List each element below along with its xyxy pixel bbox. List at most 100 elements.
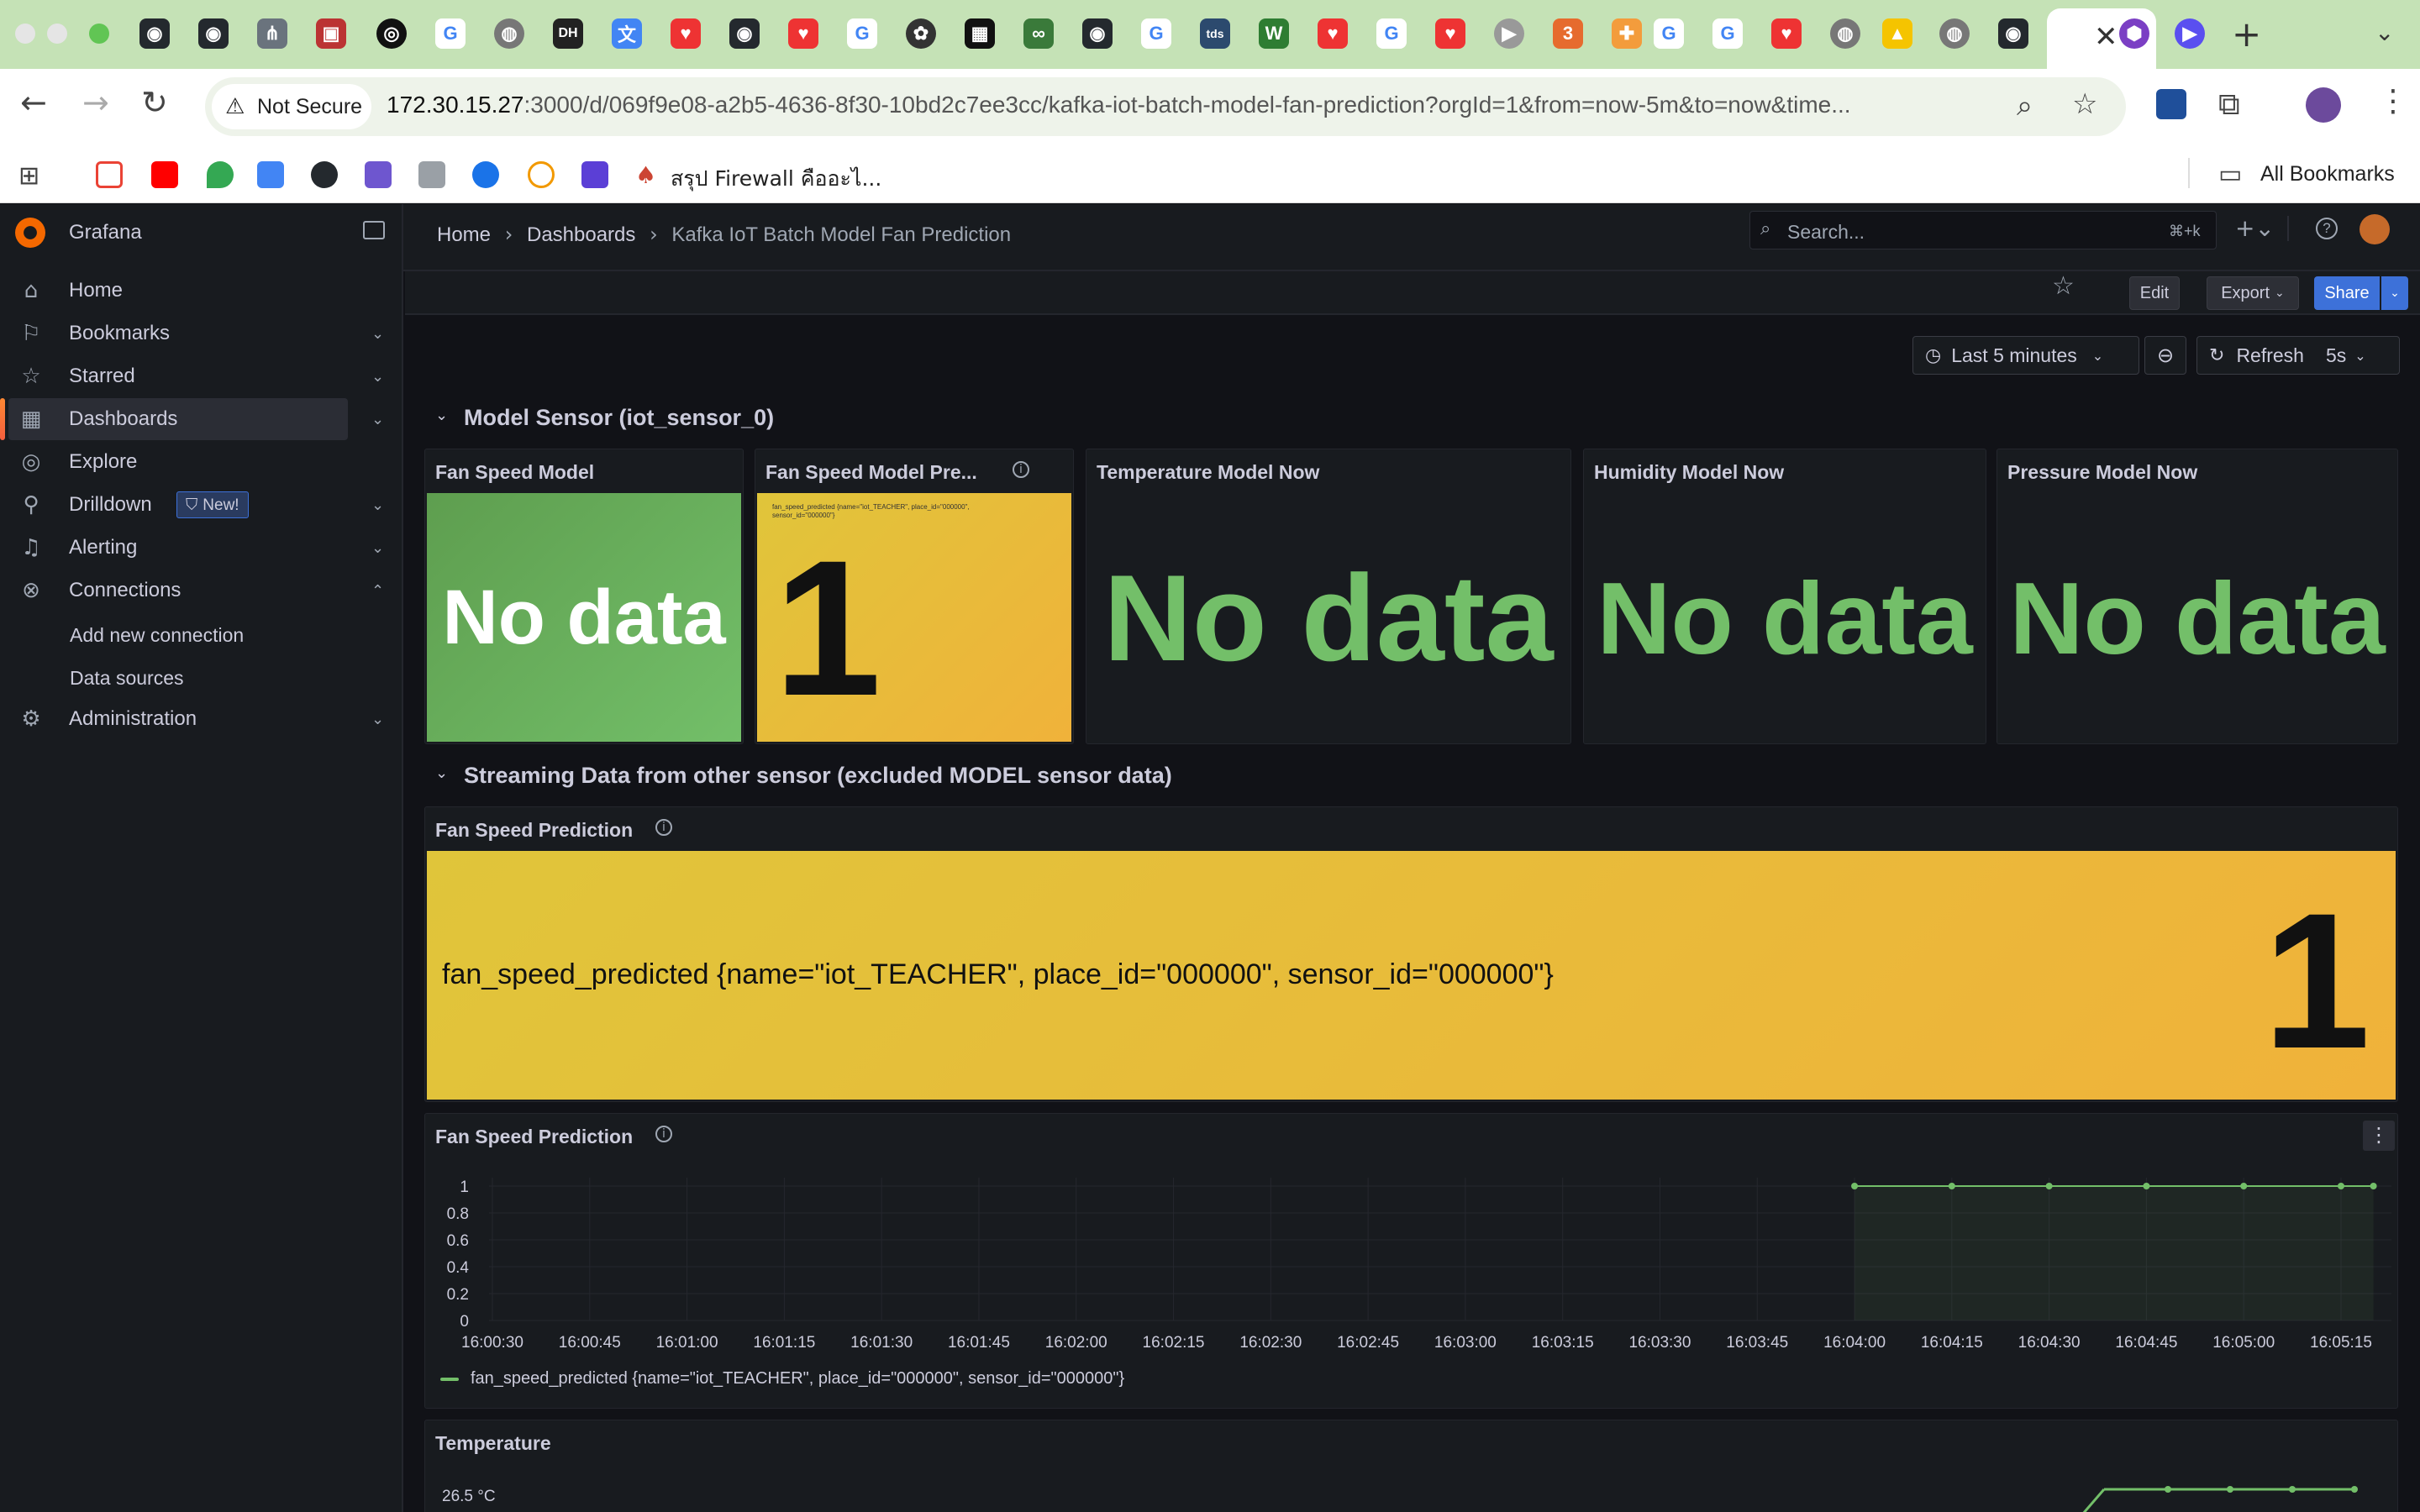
apps-grid-icon[interactable]: ⊞ bbox=[18, 161, 39, 191]
app-bookmark-icon[interactable] bbox=[418, 161, 445, 188]
cloud-bookmark-icon[interactable] bbox=[472, 161, 499, 188]
tab-google-icon[interactable]: G bbox=[435, 18, 466, 49]
chevron-down-icon[interactable]: ⌄ bbox=[371, 711, 384, 728]
sidebar-item-home[interactable]: ⌂ Home bbox=[8, 270, 348, 312]
tab-app-icon[interactable]: ⬢ bbox=[2119, 18, 2149, 49]
tab-drive-icon[interactable]: ▲ bbox=[1882, 18, 1912, 49]
sidebar-subitem-add-connection[interactable]: Add new connection bbox=[70, 624, 244, 647]
sidebar-item-drilldown[interactable]: ⚲ Drilldown ⛉ New! ⌄ bbox=[8, 484, 384, 526]
panel-fan-speed-model[interactable]: Fan Speed Model No data bbox=[424, 449, 744, 744]
tab-app-icon[interactable]: ◎ bbox=[376, 18, 407, 49]
grafana-logo-icon[interactable] bbox=[15, 218, 45, 248]
sidebar-item-connections[interactable]: ⊗ Connections ⌃ bbox=[8, 570, 384, 612]
window-minimize-button[interactable] bbox=[47, 24, 67, 44]
chevron-down-icon[interactable]: ⌄ bbox=[371, 325, 384, 343]
tab-app-icon[interactable]: ⋔ bbox=[257, 18, 287, 49]
tab-app-icon[interactable]: ▶ bbox=[2175, 18, 2205, 49]
tab-google-icon[interactable]: G bbox=[1654, 18, 1684, 49]
sidebar-item-bookmarks[interactable]: ⚐ Bookmarks ⌄ bbox=[8, 312, 384, 354]
not-secure-chip[interactable]: ⚠ Not Secure bbox=[212, 84, 371, 129]
user-avatar[interactable] bbox=[2360, 214, 2390, 244]
all-bookmarks-link[interactable]: All Bookmarks bbox=[2260, 162, 2395, 186]
chevron-up-icon[interactable]: ⌃ bbox=[371, 582, 384, 600]
tab-app-icon[interactable]: W bbox=[1259, 18, 1289, 49]
panel-menu-icon[interactable]: ⋮ bbox=[2363, 1121, 2395, 1151]
panel-humidity-model-now[interactable]: Humidity Model Now No data bbox=[1583, 449, 1986, 744]
refresh-picker[interactable]: ↻ Refresh 5s ⌄ bbox=[2196, 336, 2400, 375]
translate-bookmark-icon[interactable] bbox=[257, 161, 284, 188]
tab-app-icon[interactable]: ♥ bbox=[1435, 18, 1465, 49]
add-menu-icon[interactable]: +⌄ bbox=[2235, 214, 2275, 242]
time-range-picker[interactable]: ◷ Last 5 minutes ⌄ bbox=[1912, 336, 2139, 375]
tab-app-icon[interactable]: ♥ bbox=[671, 18, 701, 49]
profile-avatar[interactable] bbox=[2306, 87, 2341, 123]
tab-google-icon[interactable]: G bbox=[1141, 18, 1171, 49]
tab-search-chevron-icon[interactable]: ⌄ bbox=[2375, 18, 2394, 46]
panel-pressure-model-now[interactable]: Pressure Model Now No data bbox=[1996, 449, 2398, 744]
breadcrumb-home[interactable]: Home bbox=[437, 223, 491, 246]
tab-app-icon[interactable]: ♥ bbox=[1318, 18, 1348, 49]
info-icon[interactable]: i bbox=[655, 1126, 672, 1142]
window-close-button[interactable] bbox=[15, 24, 35, 44]
tab-app-icon[interactable]: ♥ bbox=[788, 18, 818, 49]
back-icon[interactable]: ← bbox=[20, 84, 47, 121]
panel-fan-speed-prediction-stat[interactable]: Fan Speed Prediction i fan_speed_predict… bbox=[424, 806, 2398, 1102]
sidebar-item-administration[interactable]: ⚙ Administration ⌄ bbox=[8, 698, 384, 740]
sidebar-subitem-data-sources[interactable]: Data sources bbox=[70, 667, 184, 690]
refresh-interval[interactable]: 5s bbox=[2326, 344, 2346, 367]
tab-github-icon[interactable]: ◉ bbox=[198, 18, 229, 49]
extension-react-icon[interactable] bbox=[2156, 89, 2186, 119]
tab-globe-icon[interactable]: ◍ bbox=[494, 18, 524, 49]
tab-github-icon[interactable]: ◉ bbox=[729, 18, 760, 49]
browser-menu-icon[interactable]: ⋮ bbox=[2378, 84, 2408, 118]
chart-legend[interactable]: fan_speed_predicted {name="iot_TEACHER",… bbox=[440, 1369, 1124, 1389]
share-button[interactable]: Share bbox=[2314, 276, 2380, 310]
chevron-down-icon[interactable]: ⌄ bbox=[371, 368, 384, 386]
help-icon[interactable]: ? bbox=[2316, 218, 2338, 239]
tab-app-icon[interactable]: 3 bbox=[1553, 18, 1583, 49]
tab-google-icon[interactable]: G bbox=[847, 18, 877, 49]
tab-github-icon[interactable]: ◉ bbox=[1998, 18, 2028, 49]
reload-icon[interactable]: ↻ bbox=[141, 84, 168, 121]
zoom-out-time-icon[interactable]: ⊖ bbox=[2144, 336, 2186, 375]
zoom-icon[interactable]: ⌕ bbox=[2017, 89, 2033, 123]
tab-globe-icon[interactable]: ◍ bbox=[1830, 18, 1860, 49]
tab-app-icon[interactable]: ✚ bbox=[1612, 18, 1642, 49]
tab-app-icon[interactable]: ♥ bbox=[1771, 18, 1802, 49]
tab-google-icon[interactable]: G bbox=[1712, 18, 1743, 49]
panel-fan-speed-prediction-timeseries[interactable]: Fan Speed Prediction i ⋮ 0 0.2 0.4 0.6 0.8 1 1… bbox=[424, 1113, 2398, 1409]
tab-translate-icon[interactable]: 文 bbox=[612, 18, 642, 49]
sidebar-item-starred[interactable]: ☆ Starred ⌄ bbox=[8, 355, 384, 397]
info-icon[interactable]: i bbox=[655, 819, 672, 836]
tab-app-icon[interactable]: DH bbox=[553, 18, 583, 49]
tab-app-icon[interactable]: ▦ bbox=[965, 18, 995, 49]
app-bookmark-icon[interactable] bbox=[528, 161, 555, 188]
sidebar-item-dashboards[interactable]: ▦ Dashboards ⌄ bbox=[0, 398, 384, 440]
refresh-label[interactable]: Refresh bbox=[2236, 344, 2304, 367]
info-icon[interactable]: i bbox=[1013, 461, 1029, 478]
panel-temperature-model-now[interactable]: Temperature Model Now No data bbox=[1086, 449, 1571, 744]
url-text[interactable]: 172.30.15.27:3000/d/069f9e08-a2b5-4636-8… bbox=[387, 92, 1851, 118]
breadcrumb-dashboards[interactable]: Dashboards bbox=[527, 223, 635, 246]
app-bookmark-icon[interactable] bbox=[581, 161, 608, 188]
tab-globe-icon[interactable]: ◍ bbox=[1939, 18, 1970, 49]
tab-github-icon[interactable]: ◉ bbox=[1082, 18, 1113, 49]
chevron-down-icon[interactable]: ⌄ bbox=[371, 539, 384, 557]
tab-openai-icon[interactable]: ✿ bbox=[906, 18, 936, 49]
tab-app-icon[interactable]: ▣ bbox=[316, 18, 346, 49]
extensions-puzzle-icon[interactable]: ⧉ bbox=[2218, 87, 2240, 123]
row-collapse-chevron-icon[interactable]: ⌄ bbox=[435, 764, 448, 782]
sidebar-item-alerting[interactable]: ♫ Alerting ⌄ bbox=[8, 527, 384, 569]
sidebar-item-explore[interactable]: ◎ Explore bbox=[8, 441, 348, 483]
firewall-bookmark-link[interactable]: สรุป Firewall คืออะไ... bbox=[671, 162, 881, 196]
panel-temperature-timeseries[interactable]: Temperature 26.5 °C bbox=[424, 1420, 2398, 1512]
tab-app-icon[interactable]: tds bbox=[1200, 18, 1230, 49]
mark-favorite-star-icon[interactable]: ☆ bbox=[2052, 271, 2075, 301]
row-title-model-sensor[interactable]: Model Sensor (iot_sensor_0) bbox=[464, 405, 774, 431]
panel-fan-speed-model-prediction[interactable]: Fan Speed Model Pre... i fan_speed_predi… bbox=[755, 449, 1074, 744]
share-menu-chevron-icon[interactable]: ⌄ bbox=[2381, 276, 2408, 310]
tab-app-icon[interactable]: ∞ bbox=[1023, 18, 1054, 49]
chevron-down-icon[interactable]: ⌄ bbox=[371, 411, 384, 428]
row-title-streaming[interactable]: Streaming Data from other sensor (exclud… bbox=[464, 763, 1172, 789]
gmail-bookmark-icon[interactable] bbox=[96, 161, 123, 188]
